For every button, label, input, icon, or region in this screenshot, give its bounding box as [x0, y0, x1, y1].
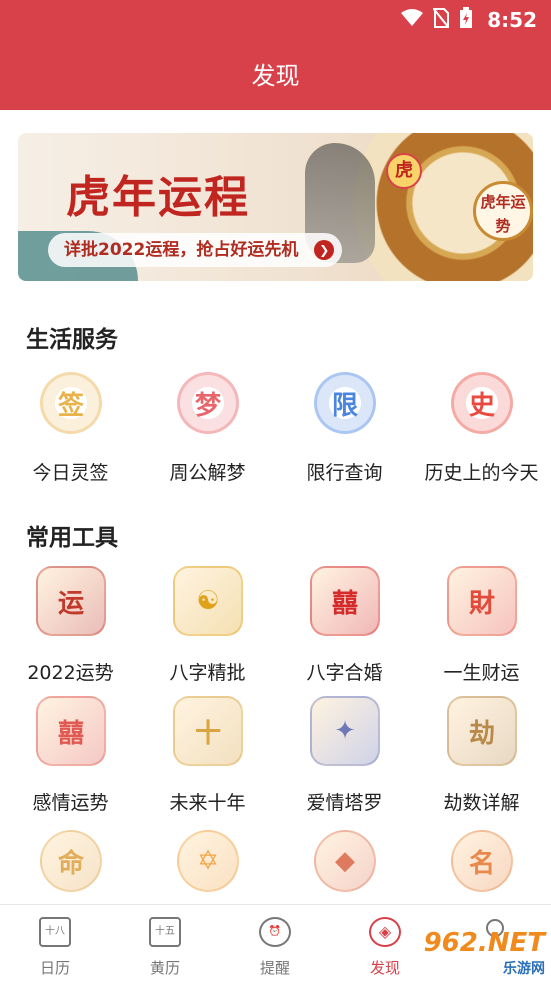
tool-item[interactable]: 囍感情运势: [2, 696, 139, 822]
status-time: 8:52: [487, 8, 537, 32]
tool-item[interactable]: 劫劫数详解: [413, 696, 550, 822]
wifi-icon: [401, 9, 423, 26]
nav-label: 日历: [39, 959, 70, 977]
scroll-book-icon: 劫: [447, 696, 517, 766]
marriage-icon: 囍: [310, 566, 380, 636]
chevron-right-icon: ❯: [314, 240, 335, 260]
dream-icon: 梦: [177, 372, 239, 434]
section-title-life-services: 生活服务: [26, 327, 118, 353]
tool-item[interactable]: 財一生财运: [413, 566, 550, 692]
banner-cta-text: 详批2022运程，抢占好运先机: [64, 240, 299, 260]
tool-item[interactable]: 十未来十年: [139, 696, 276, 822]
future-decade-icon: 十: [173, 696, 243, 766]
service-label: 今日灵签: [32, 462, 109, 484]
traffic-limit-icon: 限: [314, 372, 376, 434]
tool-label: 一生财运: [443, 662, 520, 684]
watermark-sub: 乐游网: [503, 961, 545, 977]
page-title: 发现: [251, 62, 300, 90]
tool-label: 劫数详解: [443, 792, 520, 814]
fortune-seal-text: 虎年运势: [480, 193, 526, 235]
nav-label: 提醒: [259, 959, 290, 977]
service-item[interactable]: 限限行查询: [276, 372, 413, 492]
tool-item[interactable]: ☯ 八字精批: [139, 566, 276, 692]
banner-headline: 虎年运程: [66, 172, 250, 223]
tool-item[interactable]: ✦ 爱情塔罗: [276, 696, 413, 822]
watermark-brand: 962.NET: [423, 928, 545, 958]
tool-label: 八字合婚: [306, 662, 383, 684]
star-icon: ✡: [177, 830, 239, 892]
fortune-stick-icon: 签: [40, 372, 102, 434]
nav-label: 黄历: [149, 959, 180, 977]
service-item[interactable]: 史历史上的今天: [413, 372, 550, 492]
tool-label: 2022运势: [27, 662, 114, 684]
tarot-icon: ✦: [310, 696, 380, 766]
status-bar: 8:52: [0, 0, 551, 40]
fortune-seal: 虎年运势: [473, 181, 533, 241]
fortune-2022-icon: 运: [36, 566, 106, 636]
tiger-badge: 虎: [386, 153, 422, 189]
alarm-clock-icon: ⏰: [259, 917, 291, 947]
love-fortune-icon: 囍: [36, 696, 106, 766]
bazi-icon: ☯: [173, 566, 243, 636]
tool-label: 八字精批: [169, 662, 246, 684]
nav-item-0[interactable]: 十八 日历: [0, 905, 110, 982]
almanac-icon: 十五: [149, 917, 181, 947]
compass-icon: ◈: [369, 917, 401, 947]
tool-item[interactable]: 囍八字合婚: [276, 566, 413, 692]
app-header: 8:52 发现: [0, 0, 551, 110]
tiger-year-banner[interactable]: 虎年运程 虎 虎年运势 详批2022运程，抢占好运先机 ❯: [18, 133, 533, 281]
nav-item-1[interactable]: 十五 黄历: [110, 905, 220, 982]
service-item[interactable]: 签今日灵签: [2, 372, 139, 492]
section-title-tools: 常用工具: [26, 525, 118, 551]
name-card-icon: 名: [451, 830, 513, 892]
service-item[interactable]: 梦周公解梦: [139, 372, 276, 492]
fate-book-icon: 命: [40, 830, 102, 892]
tool-label: 爱情塔罗: [306, 792, 383, 814]
status-icons: [401, 7, 473, 29]
nav-item-2[interactable]: ⏰ 提醒: [220, 905, 330, 982]
watermark-logo: 962.NET 乐游网: [424, 928, 545, 978]
tool-item[interactable]: 运 2022运势: [2, 566, 139, 692]
wealth-bag-icon: 財: [447, 566, 517, 636]
service-label: 限行查询: [306, 462, 383, 484]
service-label: 历史上的今天: [424, 462, 539, 484]
tool-label: 感情运势: [32, 792, 109, 814]
banner-cta[interactable]: 详批2022运程，抢占好运先机 ❯: [48, 233, 343, 267]
crystal-icon: ◆: [314, 830, 376, 892]
history-today-icon: 史: [451, 372, 513, 434]
service-label: 周公解梦: [169, 462, 246, 484]
no-sim-icon: [433, 8, 449, 28]
tool-label: 未来十年: [169, 792, 246, 814]
calendar-icon: 十八: [39, 917, 71, 947]
battery-charging-icon: [460, 7, 472, 28]
